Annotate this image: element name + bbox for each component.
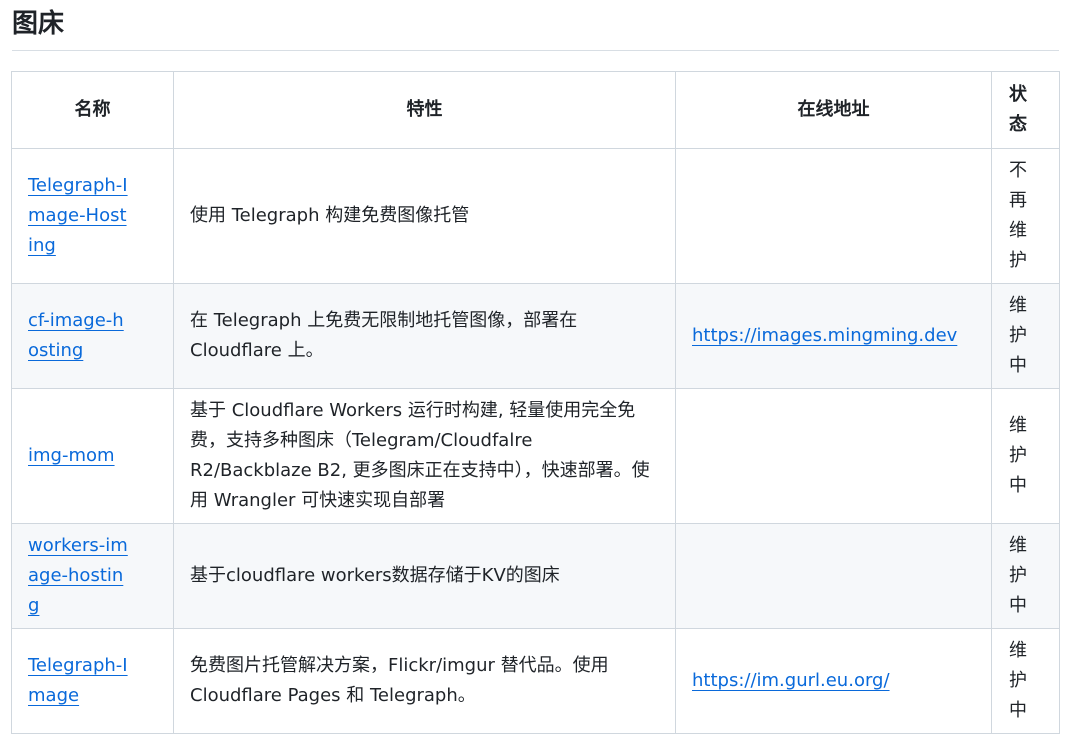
header-url: 在线地址: [675, 71, 992, 149]
cell-name: img-mom: [11, 388, 174, 524]
cell-name: Telegraph-Image: [11, 628, 174, 734]
cell-name: Telegraph-Image-Hosting: [11, 148, 174, 284]
cell-feature: 使用 Telegraph 构建免费图像托管: [173, 148, 676, 284]
cell-url: https://im.gurl.eu.org/: [675, 628, 992, 734]
table-row: Telegraph-Image 免费图片托管解决方案，Flickr/imgur …: [11, 628, 1060, 734]
section-title: 图床: [12, 9, 65, 39]
table-header-row: 名称 特性 在线地址 状态: [11, 71, 1060, 149]
cell-status: 维护中: [991, 523, 1060, 629]
page: 图床 名称 特性 在线地址 状态 Telegraph-Image-Hosting…: [0, 0, 1074, 744]
repo-link[interactable]: cf-image-hosting: [28, 306, 128, 366]
title-divider: [12, 50, 1059, 51]
cell-feature: 在 Telegraph 上免费无限制地托管图像，部署在 Cloudflare 上…: [173, 283, 676, 389]
url-link[interactable]: https://im.gurl.eu.org/: [692, 670, 890, 691]
cell-name: workers-image-hosting: [11, 523, 174, 629]
header-feature: 特性: [173, 71, 676, 149]
repo-link[interactable]: img-mom: [28, 441, 128, 471]
cell-feature: 基于 Cloudflare Workers 运行时构建, 轻量使用完全免费，支持…: [173, 388, 676, 524]
cell-url: [675, 523, 992, 629]
header-name: 名称: [11, 71, 174, 149]
cell-status: 不再维护: [991, 148, 1060, 284]
table-row: workers-image-hosting 基于cloudflare worke…: [11, 523, 1060, 629]
cell-status: 维护中: [991, 283, 1060, 389]
header-status: 状态: [991, 71, 1060, 149]
image-hosting-table: 名称 特性 在线地址 状态 Telegraph-Image-Hosting 使用…: [11, 71, 1060, 734]
repo-link[interactable]: Telegraph-Image-Hosting: [28, 171, 128, 261]
repo-link[interactable]: Telegraph-Image: [28, 651, 128, 711]
cell-name: cf-image-hosting: [11, 283, 174, 389]
cell-url: [675, 388, 992, 524]
table-row: Telegraph-Image-Hosting 使用 Telegraph 构建免…: [11, 148, 1060, 284]
cell-feature: 基于cloudflare workers数据存储于KV的图床: [173, 523, 676, 629]
url-link[interactable]: https://images.mingming.dev: [692, 325, 957, 346]
cell-url: https://images.mingming.dev: [675, 283, 992, 389]
cell-feature: 免费图片托管解决方案，Flickr/imgur 替代品。使用 Cloudflar…: [173, 628, 676, 734]
cell-status: 维护中: [991, 628, 1060, 734]
repo-link[interactable]: workers-image-hosting: [28, 531, 128, 621]
cell-url: [675, 148, 992, 284]
table-row: cf-image-hosting 在 Telegraph 上免费无限制地托管图像…: [11, 283, 1060, 389]
table-row: img-mom 基于 Cloudflare Workers 运行时构建, 轻量使…: [11, 388, 1060, 524]
cell-status: 维护中: [991, 388, 1060, 524]
